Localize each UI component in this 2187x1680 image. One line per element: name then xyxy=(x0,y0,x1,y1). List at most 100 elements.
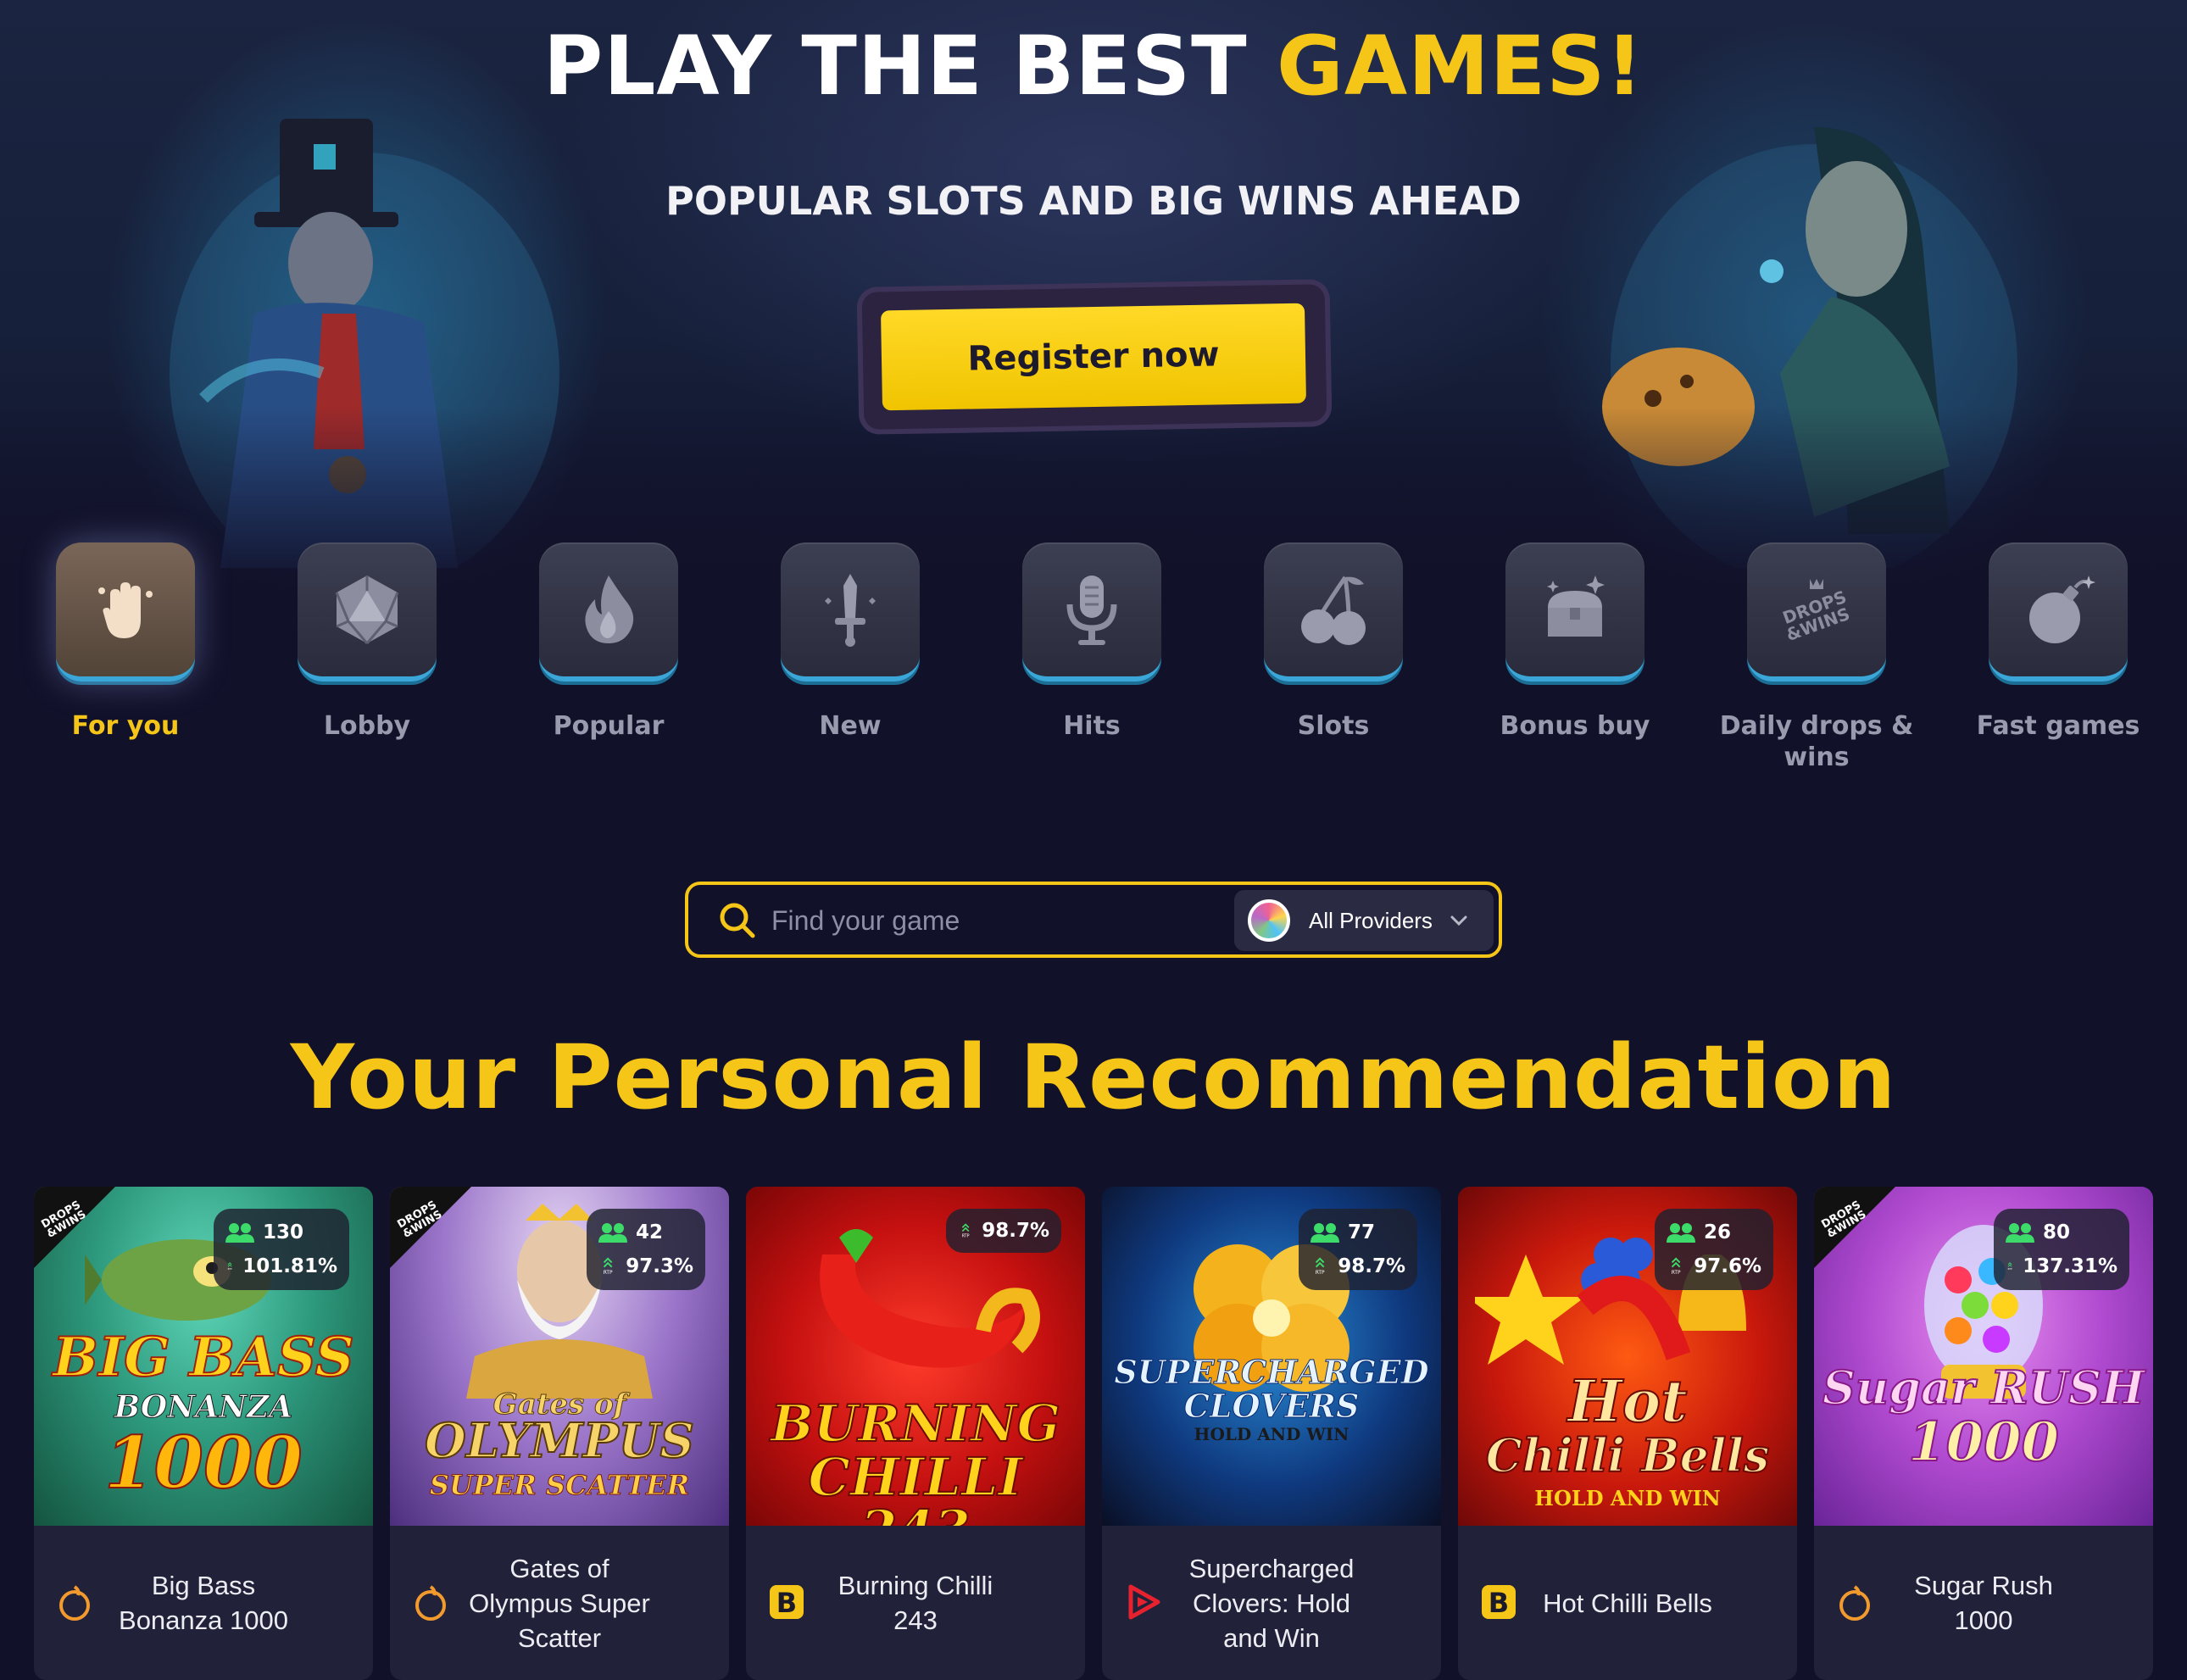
category-bonus-buy[interactable]: Bonus buy xyxy=(1473,542,1677,742)
category-fast-games[interactable]: Fast games xyxy=(1956,542,2160,742)
game-stats-panel: 130 RTP 101.81% xyxy=(214,1209,349,1290)
category-popular[interactable]: Popular xyxy=(507,542,710,742)
category-label: Fast games xyxy=(1976,711,2140,741)
rtp-up-icon: RTP xyxy=(228,1262,232,1271)
game-art-subtitle: Chilli Bells xyxy=(1485,1428,1771,1483)
pragmatic-play-icon xyxy=(51,1578,98,1626)
search-icon xyxy=(720,903,755,938)
players-row: 26 xyxy=(1667,1215,1761,1249)
category-slots[interactable]: Slots xyxy=(1232,542,1435,742)
game-card[interactable]: Gates of OLYMPUS SUPER SCATTER DROPS &WIN… xyxy=(390,1187,729,1680)
rtp-value: 137.31% xyxy=(2023,1255,2117,1277)
category-for-you[interactable]: For you xyxy=(24,542,227,742)
game-art-title: SUPERCHARGED xyxy=(1114,1353,1429,1391)
hero-title: PLAY THE BEST GAMES! xyxy=(0,19,2187,114)
game-stats-panel: 80 RTP 137.31% xyxy=(1994,1209,2129,1290)
players-row: 42 xyxy=(598,1215,693,1249)
players-count: 77 xyxy=(1348,1221,1376,1243)
drops-wins-icon: DROPS &WINS xyxy=(1780,579,1852,645)
rtp-up-icon: RTP xyxy=(962,1223,970,1238)
game-thumbnail: BIG BASS BONANZA 1000 DROPS &WINS 130 RTP… xyxy=(34,1187,373,1526)
rtp-row: RTP 98.7% xyxy=(958,1214,1049,1248)
search-input[interactable] xyxy=(771,898,1212,943)
svg-text:RTP: RTP xyxy=(1316,1271,1325,1276)
category-tile xyxy=(539,542,678,681)
hero-title-white: PLAY THE BEST xyxy=(543,19,1277,114)
players-count: 130 xyxy=(263,1221,304,1243)
recommendation-title: Your Personal Recommendation xyxy=(290,1026,1897,1129)
players-row: 77 xyxy=(1311,1215,1405,1249)
game-art-title: Hot xyxy=(1567,1368,1688,1436)
svg-text:RTP: RTP xyxy=(604,1271,613,1276)
category-tile xyxy=(1022,542,1161,681)
category-new[interactable]: New xyxy=(748,542,952,742)
game-stats-panel: RTP 98.7% xyxy=(946,1209,1061,1253)
game-stats-panel: 77 RTP 98.7% xyxy=(1299,1209,1417,1290)
game-card-info: B Hot Chilli Bells xyxy=(1458,1526,1797,1680)
rtp-value: 98.7% xyxy=(982,1220,1049,1242)
category-hits[interactable]: Hits xyxy=(990,542,1194,742)
rtp-row: RTP 97.6% xyxy=(1667,1249,1761,1283)
players-count: 80 xyxy=(2043,1221,2071,1243)
players-icon xyxy=(2006,1223,2034,1243)
providers-logo-icon xyxy=(1248,899,1290,942)
register-button[interactable]: Register now xyxy=(881,303,1306,411)
chevron-down-icon xyxy=(1450,915,1467,926)
game-name: Gates of Olympus Super Scatter xyxy=(469,1553,650,1653)
game-name: Sugar Rush 1000 xyxy=(1914,1571,2053,1635)
category-lobby[interactable]: Lobby xyxy=(265,542,469,742)
hero-title-highlight: GAMES! xyxy=(1277,19,1644,114)
game-card-info: Big Bass Bonanza 1000 xyxy=(34,1526,373,1680)
game-card[interactable]: BURNING CHILLI 243 RTP 98.7% B Burning C… xyxy=(746,1187,1085,1680)
game-name: Supercharged Clovers: Hold and Win xyxy=(1188,1553,1355,1653)
game-thumbnail: Hot Chilli Bells HOLD AND WIN 26 RTP 97.… xyxy=(1458,1187,1797,1526)
rtp-value: 97.6% xyxy=(1694,1255,1761,1277)
game-art-subtitle: BONANZA xyxy=(114,1389,293,1425)
rtp-row: RTP 98.7% xyxy=(1311,1249,1405,1283)
game-card[interactable]: Hot Chilli Bells HOLD AND WIN 26 RTP 97.… xyxy=(1458,1187,1797,1680)
category-label: New xyxy=(819,711,882,741)
flame-icon xyxy=(585,576,634,643)
rtp-up-icon: RTP xyxy=(1316,1257,1325,1276)
game-card[interactable]: SUPERCHARGED CLOVERS HOLD AND WIN 77 RTP… xyxy=(1102,1187,1441,1680)
svg-text:RTP: RTP xyxy=(962,1233,970,1238)
rtp-row: RTP 137.31% xyxy=(2006,1249,2117,1283)
svg-text:RTP: RTP xyxy=(1672,1271,1681,1276)
players-count: 42 xyxy=(636,1221,664,1243)
bgaming-icon: B xyxy=(1475,1578,1522,1626)
category-label: Lobby xyxy=(323,711,411,741)
rtp-up-icon: RTP xyxy=(2008,1262,2012,1271)
game-thumbnail: SUPERCHARGED CLOVERS HOLD AND WIN 77 RTP… xyxy=(1102,1187,1441,1526)
pragmatic-play-icon xyxy=(1831,1578,1878,1626)
cherries-icon xyxy=(1301,576,1366,645)
category-tile xyxy=(1264,542,1403,681)
players-icon xyxy=(225,1223,254,1243)
microphone-icon xyxy=(1066,576,1117,645)
rtp-value: 97.3% xyxy=(626,1255,693,1277)
rtp-value: 98.7% xyxy=(1338,1255,1405,1277)
players-count: 26 xyxy=(1704,1221,1732,1243)
category-daily-drops-wins[interactable]: DROPS &WINS Daily drops & wins xyxy=(1715,542,1918,773)
game-name: Big Bass Bonanza 1000 xyxy=(119,1571,288,1635)
game-cards-row: BIG BASS BONANZA 1000 DROPS &WINS 130 RTP… xyxy=(34,1187,2153,1680)
rtp-value: 101.81% xyxy=(242,1255,337,1277)
game-card-info: B Burning Chilli 243 xyxy=(746,1526,1085,1680)
game-stats-panel: 42 RTP 97.3% xyxy=(587,1209,705,1290)
game-art-subtitle: CHILLI 243 xyxy=(807,1446,1023,1527)
players-icon xyxy=(598,1223,627,1243)
bomb-icon xyxy=(2029,576,2095,643)
game-card[interactable]: BIG BASS BONANZA 1000 DROPS &WINS 130 RTP… xyxy=(34,1187,373,1680)
game-art-number: HOLD AND WIN xyxy=(1534,1486,1721,1510)
providers-dropdown[interactable]: All Providers xyxy=(1234,890,1494,951)
category-label: Bonus buy xyxy=(1500,711,1650,741)
game-card[interactable]: Sugar RUSH 1000 DROPS &WINS 80 RTP 137.31… xyxy=(1814,1187,2153,1680)
category-tile: DROPS &WINS xyxy=(1747,542,1886,681)
game-art-title: BURNING xyxy=(770,1394,1061,1454)
treasure-chest-icon xyxy=(1547,576,1605,637)
category-tile xyxy=(1989,542,2128,681)
rtp-row: RTP 101.81% xyxy=(225,1249,337,1283)
svg-text:B: B xyxy=(776,1587,797,1619)
category-label: Daily drops & wins xyxy=(1719,711,1914,772)
game-art-number: 1000 xyxy=(1907,1410,2060,1474)
game-card-info: Gates of Olympus Super Scatter xyxy=(390,1526,729,1680)
